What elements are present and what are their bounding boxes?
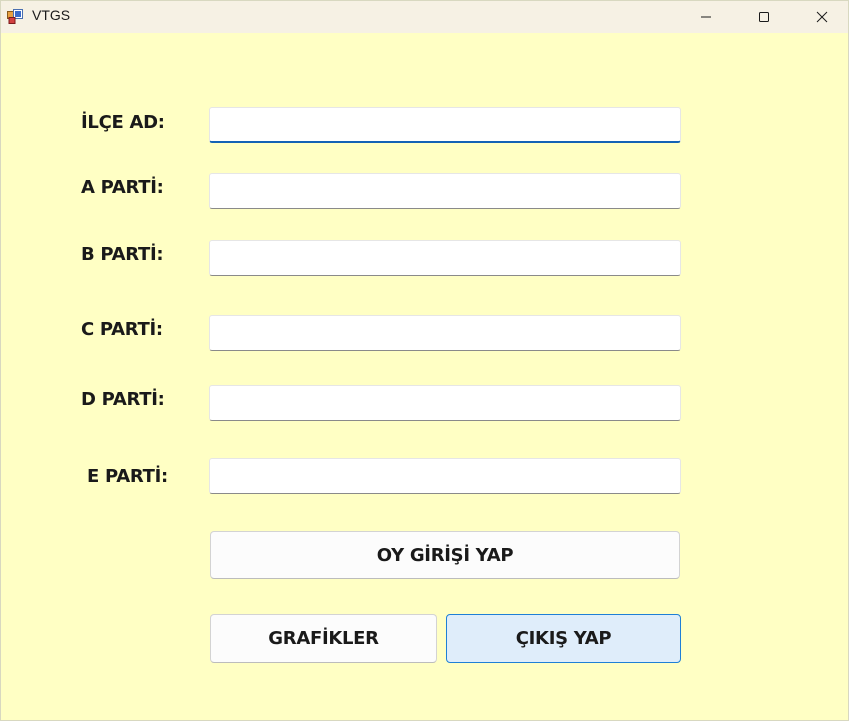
window-title: VTGS <box>32 7 71 23</box>
party-c-label: C PARTİ: <box>81 319 163 340</box>
party-a-label: A PARTİ: <box>81 177 164 198</box>
submit-vote-button[interactable]: OY GİRİŞİ YAP <box>210 531 680 579</box>
close-icon <box>816 11 828 23</box>
party-b-label: B PARTİ: <box>81 244 164 265</box>
party-e-label: E PARTİ: <box>87 466 168 487</box>
close-button[interactable] <box>793 1 849 32</box>
app-icon <box>7 8 23 24</box>
party-d-label: D PARTİ: <box>81 389 165 410</box>
minimize-button[interactable] <box>677 1 735 32</box>
app-window: VTGS İLÇE AD: A PARTİ: B PARTİ: C PARTİ:… <box>0 0 849 721</box>
party-b-input[interactable] <box>209 240 681 276</box>
party-c-input[interactable] <box>209 315 681 351</box>
party-e-input[interactable] <box>209 458 681 494</box>
maximize-button[interactable] <box>735 1 793 32</box>
title-bar[interactable]: VTGS <box>1 1 848 33</box>
district-name-input[interactable] <box>209 107 681 143</box>
party-a-input[interactable] <box>209 173 681 209</box>
maximize-icon <box>758 11 770 23</box>
charts-button[interactable]: GRAFİKLER <box>210 614 437 663</box>
minimize-icon <box>700 11 712 23</box>
exit-button[interactable]: ÇIKIŞ YAP <box>446 614 681 663</box>
district-name-label: İLÇE AD: <box>81 112 165 133</box>
party-d-input[interactable] <box>209 385 681 421</box>
